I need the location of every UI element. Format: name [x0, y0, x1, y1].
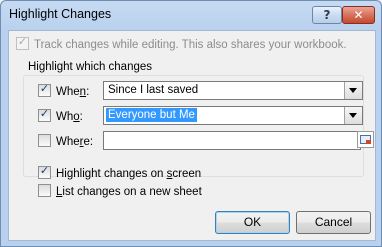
title-bar: Highlight Changes ? ✕	[1, 1, 381, 29]
cancel-button[interactable]: Cancel	[296, 211, 371, 234]
checkmark-icon: ✓	[39, 107, 50, 120]
highlight-group-label: Highlight which changes	[25, 61, 156, 73]
track-changes-option: ✓ Track changes while editing. This also …	[16, 35, 347, 51]
when-dropdown[interactable]: Since I last saved	[103, 81, 363, 100]
close-button[interactable]: ✕	[342, 6, 375, 24]
where-input[interactable]	[103, 131, 361, 150]
chevron-down-icon[interactable]	[344, 107, 362, 124]
who-dropdown[interactable]: Everyone but Me	[103, 106, 363, 125]
highlight-on-screen-checkbox[interactable]: ✓	[38, 164, 51, 179]
who-checkbox[interactable]: ✓	[38, 107, 51, 122]
help-button[interactable]: ?	[312, 6, 342, 24]
list-new-sheet-label: List changes on a new sheet	[56, 186, 202, 198]
highlight-on-screen-option[interactable]: ✓ Highlight changes on screen	[38, 164, 202, 180]
when-value: Since I last saved	[108, 84, 199, 96]
highlight-changes-dialog: Highlight Changes ? ✕ ✓ Track changes whi…	[0, 0, 382, 247]
track-changes-checkbox: ✓	[16, 35, 29, 50]
where-label: Where:	[56, 136, 94, 148]
range-select-icon[interactable]	[357, 131, 374, 148]
who-value: Everyone but Me	[106, 108, 197, 122]
track-changes-label: Track changes while editing. This also s…	[34, 39, 347, 51]
checkmark-icon: ✓	[39, 82, 50, 95]
dialog-body: ✓ Track changes while editing. This also …	[8, 30, 376, 241]
checkmark-icon: ✓	[17, 35, 28, 48]
where-checkbox[interactable]	[38, 134, 51, 147]
who-option[interactable]: ✓ Who:	[38, 107, 83, 123]
where-option[interactable]: Where:	[38, 134, 93, 148]
list-new-sheet-option[interactable]: List changes on a new sheet	[38, 184, 202, 198]
highlight-on-screen-label: Highlight changes on screen	[56, 168, 202, 180]
when-checkbox[interactable]: ✓	[38, 82, 51, 97]
who-label: Who:	[56, 111, 83, 123]
when-option[interactable]: ✓ When:	[38, 82, 90, 98]
ok-button[interactable]: OK	[215, 211, 290, 234]
when-label: When:	[56, 86, 90, 98]
chevron-down-icon[interactable]	[344, 82, 362, 99]
list-new-sheet-checkbox[interactable]	[38, 184, 51, 197]
checkmark-icon: ✓	[39, 164, 50, 177]
dialog-title: Highlight Changes	[9, 7, 112, 21]
